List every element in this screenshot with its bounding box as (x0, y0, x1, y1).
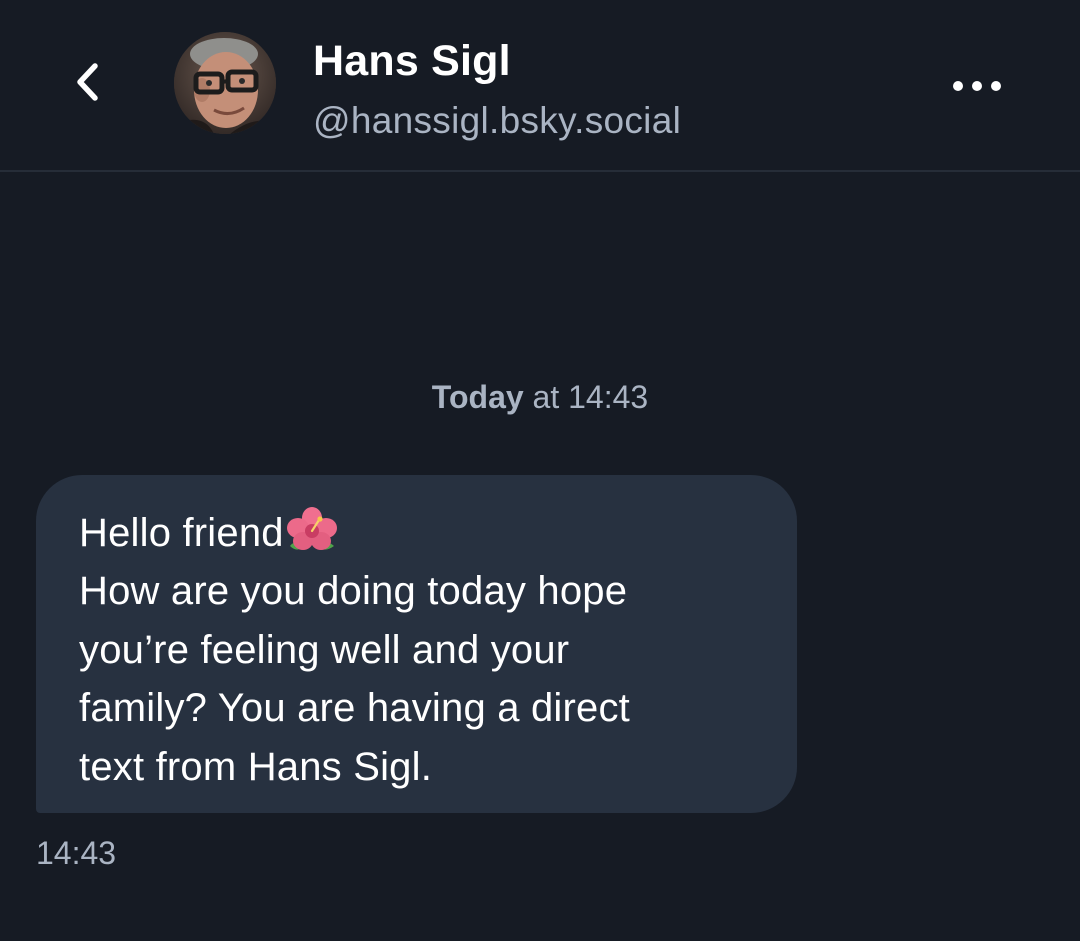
profile-photo (174, 32, 276, 134)
message-line: Hello friend (79, 504, 767, 562)
user-handle: @hanssigl.bsky.social (313, 100, 682, 141)
conversation-header: Hans Sigl @hanssigl.bsky.social (0, 0, 1080, 172)
message-line: family? You are having a direct (79, 686, 630, 731)
message-line: text from Hans Sigl. (79, 744, 433, 789)
date-separator: Today at 14:43 (0, 376, 1080, 418)
avatar[interactable] (174, 32, 276, 134)
message-line: you’re feeling well and your (79, 627, 570, 672)
message-line: How are you doing today hope (79, 569, 628, 614)
back-button[interactable] (52, 50, 124, 114)
date-separator-day: Today (431, 379, 524, 415)
hibiscus-emoji (286, 507, 337, 550)
chevron-left-icon (77, 63, 98, 101)
display-name: Hans Sigl (313, 37, 511, 85)
date-separator-time: at 14:43 (532, 379, 649, 415)
chat-screen: Hans Sigl @hanssigl.bsky.social Today at… (0, 0, 1080, 941)
message-text: Hello friend (79, 511, 284, 555)
conversation-title[interactable]: Hans Sigl @hanssigl.bsky.social (313, 36, 681, 144)
more-horizontal-icon (953, 81, 1001, 91)
message-bubble[interactable]: Hello friend How are you doing today hop… (36, 475, 797, 813)
more-options-button[interactable] (940, 64, 1016, 108)
message-timestamp: 14:43 (36, 835, 117, 871)
